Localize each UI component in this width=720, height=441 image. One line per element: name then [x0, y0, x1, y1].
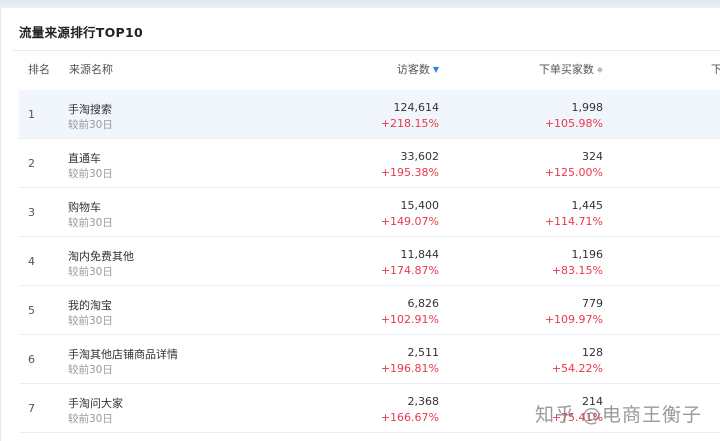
visitors-value: 33,602 — [400, 150, 440, 163]
buyers-value: 1,445 — [571, 199, 604, 212]
compare-label: 较前30日 — [68, 119, 113, 131]
visitors-change: +218.15% — [380, 117, 439, 130]
column-header-rank: 排名 — [28, 63, 50, 76]
compare-label: 较前30日 — [68, 315, 113, 327]
table-row[interactable]: 5 我的淘宝较前30日 6,826 +102.91% 779 +109.97% — [19, 286, 720, 335]
source-name: 淘内免费其他 — [68, 250, 134, 263]
buyers-value: 1,196 — [571, 248, 604, 261]
buyers-value: 324 — [582, 150, 603, 163]
divider — [13, 50, 720, 51]
visitors-value: 11,844 — [400, 248, 440, 261]
buyers-change: +54.22% — [551, 362, 603, 375]
table-header: 排名 来源名称 访客数 ▼ 下单买家数 ◆ 下 — [1, 56, 720, 82]
source-name: 手淘搜索 — [68, 103, 112, 116]
sort-icon[interactable]: ◆ — [597, 65, 603, 74]
compare-label: 较前30日 — [68, 217, 113, 229]
visitors-change: +196.81% — [380, 362, 439, 375]
buyers-change: +83.15% — [551, 264, 603, 277]
visitors-value: 6,826 — [407, 297, 440, 310]
compare-label: 较前30日 — [68, 168, 113, 180]
buyers-change: +114.71% — [544, 215, 603, 228]
column-header-visitors[interactable]: 访客数 ▼ — [397, 61, 439, 77]
buyers-value: 1,998 — [571, 101, 604, 114]
table-row[interactable]: 4 淘内免费其他 较前30日 11,844 +174.87% 1,196 +83.15% — [19, 237, 720, 286]
buyers-value: 128 — [582, 346, 603, 359]
compare-label: 较前30日 — [68, 266, 113, 278]
buyers-change: +109.97% — [544, 313, 603, 326]
visitors-value: 124,614 — [393, 101, 440, 114]
rank-cell: 7 — [28, 402, 35, 415]
rank-cell: 2 — [28, 157, 35, 170]
traffic-source-panel: 流量来源排行TOP10 排名 来源名称 访客数 ▼ 下单买家数 ◆ 下 1 手淘搜索较… — [0, 8, 720, 441]
buyers-change: +105.98% — [544, 117, 603, 130]
column-header-buyers-label: 下单买家数 — [538, 63, 594, 76]
visitors-value: 2,511 — [407, 346, 440, 359]
column-header-source: 来源名称 — [69, 63, 113, 76]
visitors-value: 2,368 — [407, 395, 440, 408]
source-name: 手淘其他店铺商品详情 — [68, 348, 178, 361]
table-body: 1 手淘搜索较前30日 124,614 +218.15% 1,998 +105.98% 2 直… — [19, 90, 720, 433]
watermark: 知乎 @电商王衡子 — [534, 404, 702, 426]
column-header-visitors-label: 访客数 — [396, 63, 430, 76]
rank-cell: 3 — [28, 206, 35, 219]
column-header-next: 下 — [711, 63, 720, 76]
table-row[interactable]: 3 购物车较前30日 15,400 +149.07% 1,445 +114.71% — [19, 188, 720, 237]
source-name: 购物车 — [68, 201, 101, 214]
table-row[interactable]: 2 直通车较前30日 33,602 +195.38% 324 +125.00% — [19, 139, 720, 188]
compare-label: 较前30日 — [68, 364, 113, 376]
source-name: 直通车 — [68, 152, 101, 165]
panel-title: 流量来源排行TOP10 — [19, 25, 144, 40]
top-strip — [0, 0, 720, 8]
rank-cell: 1 — [28, 108, 35, 121]
buyers-change: +125.00% — [544, 166, 603, 179]
visitors-change: +166.67% — [380, 411, 439, 424]
visitors-value: 15,400 — [400, 199, 440, 212]
source-name: 我的淘宝 — [68, 299, 112, 312]
column-header-buyers[interactable]: 下单买家数 ◆ — [539, 61, 603, 77]
rank-cell: 5 — [28, 304, 35, 317]
rank-cell: 4 — [28, 255, 35, 268]
table-row[interactable]: 1 手淘搜索较前30日 124,614 +218.15% 1,998 +105.98% — [19, 90, 720, 139]
rank-cell: 6 — [28, 353, 35, 366]
visitors-change: +195.38% — [380, 166, 439, 179]
table-row[interactable]: 6 手淘其他店铺商品详情 较前30日 2,511 +196.81% 128 +54.22% — [19, 335, 720, 384]
visitors-change: +149.07% — [380, 215, 439, 228]
visitors-change: +102.91% — [380, 313, 439, 326]
source-name: 手淘问大家 — [68, 397, 123, 410]
compare-label: 较前30日 — [68, 413, 113, 425]
buyers-value: 779 — [582, 297, 603, 310]
sort-desc-icon[interactable]: ▼ — [433, 65, 439, 74]
visitors-change: +174.87% — [380, 264, 439, 277]
